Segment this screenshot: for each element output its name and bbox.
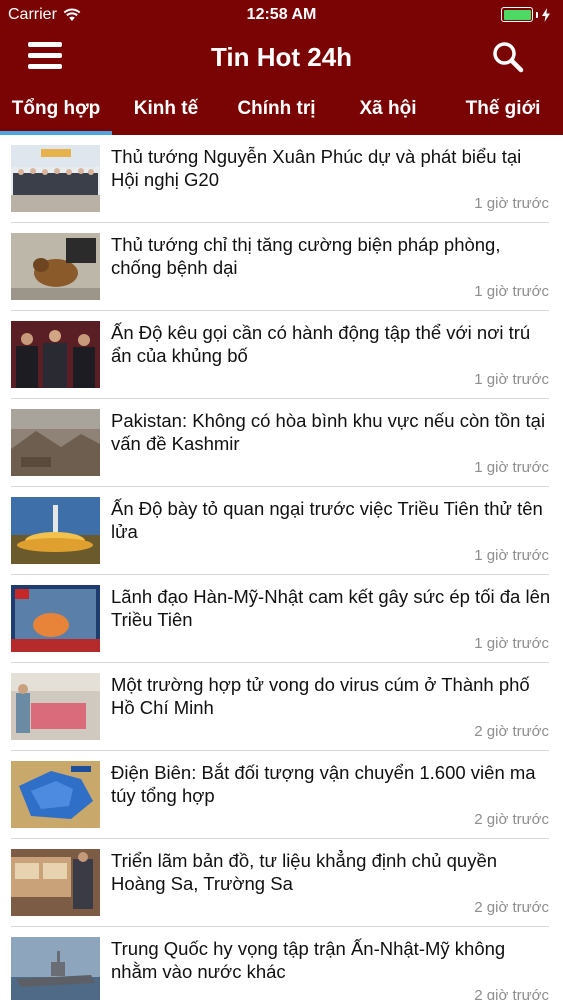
article-time: 1 giờ trước bbox=[474, 371, 549, 388]
app-title: Tin Hot 24h bbox=[210, 42, 353, 72]
article-title: Triển lãm bản đồ, tư liệu khẳng định chủ… bbox=[111, 850, 498, 894]
article-thumbnail bbox=[11, 673, 100, 740]
menu-line bbox=[28, 53, 62, 58]
article-title: Ấn Độ bày tỏ quan ngại trước việc Triều … bbox=[111, 498, 543, 542]
article-title: Ấn Độ kêu gọi cần có hành động tập thể v… bbox=[111, 322, 531, 366]
article-time: 1 giờ trước bbox=[474, 283, 549, 300]
news-item[interactable]: Một trường hợp tử vong do virus cúm ở Th… bbox=[0, 663, 563, 751]
tab-the-gioi[interactable]: Thế giới bbox=[443, 88, 563, 135]
article-thumbnail bbox=[11, 937, 100, 1000]
article-title: Pakistan: Không có hòa bình khu vực nếu … bbox=[111, 410, 546, 454]
news-item[interactable]: Trung Quốc hy vọng tập trận Ấn-Nhật-Mỹ k… bbox=[0, 927, 563, 1000]
article-title: Thủ tướng chỉ thị tăng cường biện pháp p… bbox=[111, 234, 501, 278]
article-time: 2 giờ trước bbox=[474, 987, 549, 1000]
hamburger-menu-icon[interactable] bbox=[28, 42, 62, 72]
article-thumbnail bbox=[11, 409, 100, 476]
article-thumbnail bbox=[11, 145, 100, 212]
navigation-bar: Tin Hot 24h bbox=[0, 30, 563, 84]
app-header-background: Carrier 12:58 AM Tin Hot 24h Tổng hợp Ki… bbox=[0, 0, 563, 135]
article-time: 2 giờ trước bbox=[474, 899, 549, 916]
category-tabs: Tổng hợp Kinh tế Chính trị Xã hội Thế gi… bbox=[0, 88, 563, 135]
article-thumbnail bbox=[11, 497, 100, 564]
tab-chinh-tri[interactable]: Chính trị bbox=[220, 88, 333, 135]
news-item[interactable]: Lãnh đạo Hàn-Mỹ-Nhật cam kết gây sức ép … bbox=[0, 575, 563, 663]
tab-xa-hoi[interactable]: Xã hội bbox=[333, 88, 443, 135]
news-item[interactable]: Pakistan: Không có hòa bình khu vực nếu … bbox=[0, 399, 563, 487]
tab-label: Kinh tế bbox=[133, 98, 199, 119]
article-title: Trung Quốc hy vọng tập trận Ấn-Nhật-Mỹ k… bbox=[111, 938, 506, 982]
battery-icon bbox=[501, 7, 533, 22]
battery-tip bbox=[536, 11, 538, 18]
article-time: 2 giờ trước bbox=[474, 723, 549, 740]
article-title: Điện Biên: Bắt đối tượng vận chuyển 1.60… bbox=[111, 762, 536, 806]
news-item[interactable]: Ấn Độ kêu gọi cần có hành động tập thể v… bbox=[0, 311, 563, 399]
article-thumbnail bbox=[11, 849, 100, 916]
status-time: 12:58 AM bbox=[246, 6, 317, 23]
news-item[interactable]: Triển lãm bản đồ, tư liệu khẳng định chủ… bbox=[0, 839, 563, 927]
tab-label: Thế giới bbox=[465, 98, 541, 119]
article-title: Một trường hợp tử vong do virus cúm ở Th… bbox=[111, 674, 530, 718]
article-thumbnail bbox=[11, 321, 100, 388]
tab-label: Xã hội bbox=[359, 98, 417, 119]
tab-label: Chính trị bbox=[237, 98, 316, 119]
article-time: 1 giờ trước bbox=[474, 635, 549, 652]
article-thumbnail bbox=[11, 233, 100, 300]
bolt-icon bbox=[542, 7, 550, 22]
battery-level-fill bbox=[503, 9, 531, 20]
article-time: 1 giờ trước bbox=[474, 195, 549, 212]
article-thumbnail bbox=[11, 761, 100, 828]
article-time: 1 giờ trước bbox=[474, 459, 549, 476]
news-list: Thủ tướng Nguyễn Xuân Phúc dự và phát bi… bbox=[0, 135, 563, 1000]
menu-line bbox=[28, 42, 62, 47]
news-item[interactable]: Ấn Độ bày tỏ quan ngại trước việc Triều … bbox=[0, 487, 563, 575]
tab-kinh-te[interactable]: Kinh tế bbox=[112, 88, 220, 135]
article-thumbnail bbox=[11, 585, 100, 652]
news-item[interactable]: Thủ tướng Nguyễn Xuân Phúc dự và phát bi… bbox=[0, 135, 563, 223]
article-title: Thủ tướng Nguyễn Xuân Phúc dự và phát bi… bbox=[111, 146, 522, 190]
status-bar: Carrier 12:58 AM bbox=[0, 0, 563, 30]
menu-line bbox=[28, 64, 62, 69]
battery-indicator bbox=[501, 7, 551, 22]
news-item[interactable]: Điện Biên: Bắt đối tượng vận chuyển 1.60… bbox=[0, 751, 563, 839]
tab-tong-hop[interactable]: Tổng hợp bbox=[0, 88, 112, 135]
article-time: 1 giờ trước bbox=[474, 547, 549, 564]
tab-label: Tổng hợp bbox=[11, 98, 101, 119]
article-title: Lãnh đạo Hàn-Mỹ-Nhật cam kết gây sức ép … bbox=[111, 586, 551, 630]
article-time: 2 giờ trước bbox=[474, 811, 549, 828]
search-icon[interactable] bbox=[491, 40, 525, 74]
news-item[interactable]: Thủ tướng chỉ thị tăng cường biện pháp p… bbox=[0, 223, 563, 311]
